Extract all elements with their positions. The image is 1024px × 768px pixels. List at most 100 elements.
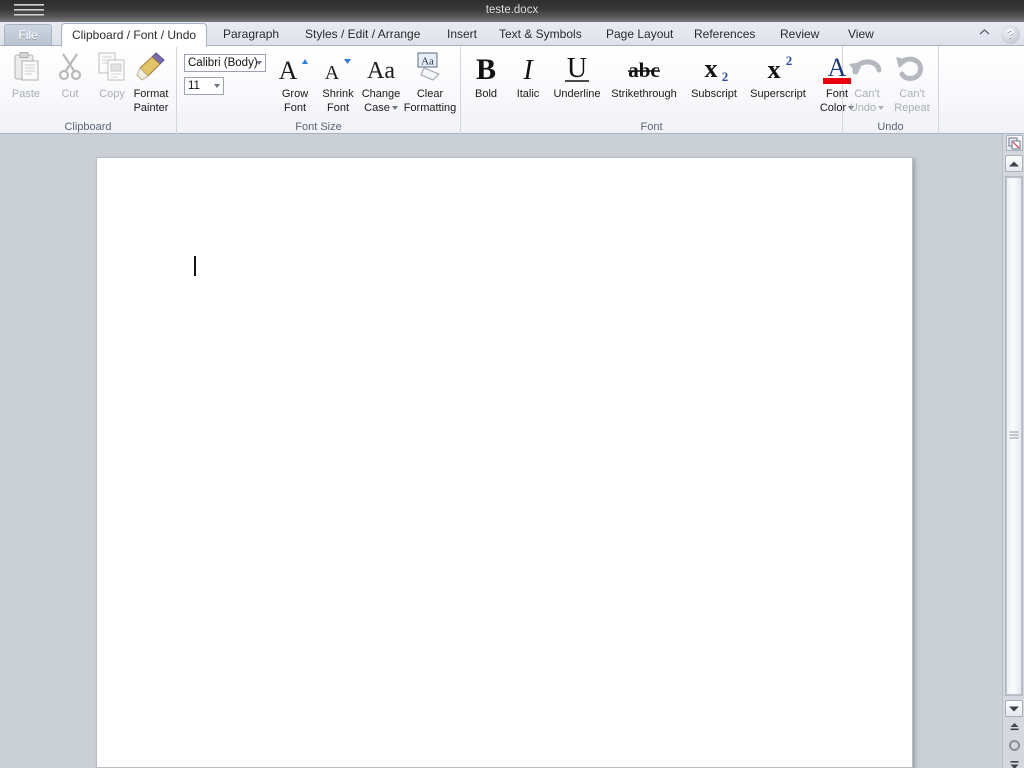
scroll-up-button[interactable] — [1005, 155, 1023, 172]
svg-text:Aa: Aa — [421, 56, 434, 68]
window-title: teste.docx — [485, 4, 539, 16]
underline-label: Underline — [553, 88, 601, 100]
grip-line — [1009, 431, 1019, 433]
change-case-label-line1: Change — [361, 88, 401, 100]
clear-formatting-label-line2: Formatting — [403, 102, 457, 114]
format-painter-label-line2: Painter — [133, 102, 169, 114]
tab-file[interactable]: File — [4, 24, 52, 45]
clipboard-group-label: Clipboard — [64, 121, 112, 133]
clear-formatting-label-line1: Clear — [416, 88, 444, 100]
ribbon-group-font-size: Calibri (Body) 11 A Grow Font A Shrink F… — [177, 46, 461, 134]
change-case-label-line2: Case — [355, 100, 407, 114]
font-size-group-label: Font Size — [295, 121, 342, 133]
scrollbar-track[interactable] — [1005, 176, 1023, 696]
font-group-body: B Bold I Italic U Underline abc Striketh… — [461, 48, 855, 116]
text-caret — [194, 256, 196, 276]
document-page[interactable] — [96, 157, 913, 768]
svg-text:B: B — [476, 53, 496, 84]
tab-styles-edit-arrange[interactable]: Styles / Edit / Arrange — [295, 23, 430, 46]
svg-text:U: U — [567, 53, 587, 84]
subscript-icon: x 2 — [683, 50, 745, 84]
format-painter-icon — [125, 50, 177, 84]
change-case-icon: Aa — [355, 50, 407, 84]
strikethrough-label: Strikethrough — [611, 88, 677, 100]
font-group-label: Font — [640, 121, 663, 133]
previous-page-icon — [1010, 723, 1019, 731]
subscript-label: Subscript — [691, 88, 737, 100]
strikethrough-icon: abc — [603, 50, 685, 84]
clear-formatting-button[interactable]: Aa Clear Formatting — [401, 50, 459, 114]
change-case-button[interactable]: Aa Change Case — [355, 50, 407, 114]
tab-paragraph[interactable]: Paragraph — [213, 23, 289, 46]
change-case-label-text: Case — [364, 102, 390, 114]
tab-page-layout[interactable]: Page Layout — [596, 23, 683, 46]
repeat-button[interactable]: Can't Repeat — [887, 50, 937, 114]
repeat-label-line2: Repeat — [894, 102, 930, 114]
scroll-down-icon — [1009, 706, 1019, 711]
format-painter-button[interactable]: Format Painter — [125, 50, 177, 114]
ribbon-group-font: B Bold I Italic U Underline abc Striketh… — [461, 46, 855, 134]
svg-text:I: I — [522, 55, 534, 84]
svg-text:2: 2 — [722, 69, 729, 84]
next-page-button[interactable] — [1006, 758, 1023, 768]
ribbon-right-icons: ? — [972, 25, 1020, 44]
help-icon[interactable]: ? — [1001, 25, 1020, 44]
underline-icon: U — [546, 50, 608, 84]
vertical-scrollbar[interactable] — [1002, 134, 1024, 768]
tab-review[interactable]: Review — [770, 23, 829, 46]
chevron-down-icon[interactable] — [256, 61, 262, 65]
scroll-down-button[interactable] — [1005, 700, 1023, 717]
superscript-icon: x 2 — [742, 50, 814, 84]
undo-label-text: Undo — [849, 102, 877, 114]
title-bar: teste.docx — [0, 0, 1024, 22]
previous-page-button[interactable] — [1006, 720, 1023, 736]
font-name-box[interactable]: Calibri (Body) — [184, 54, 266, 72]
underline-button[interactable]: U Underline — [546, 50, 608, 100]
ribbon-group-clipboard: Paste Cut Copy Format Painter Clipboard — [0, 46, 177, 134]
tab-text-symbols[interactable]: Text & Symbols — [489, 23, 592, 46]
next-page-icon — [1010, 761, 1019, 768]
svg-text:2: 2 — [786, 53, 793, 68]
strikethrough-button[interactable]: abc Strikethrough — [603, 50, 685, 100]
undo-button[interactable]: Can't Undo — [843, 50, 891, 114]
chevron-down-icon[interactable] — [391, 106, 398, 111]
font-size-box[interactable]: 11 — [184, 77, 224, 95]
clear-formatting-icon: Aa — [401, 50, 459, 84]
grip-line — [1009, 437, 1019, 439]
ribbon-empty-area — [939, 46, 1024, 134]
document-workspace[interactable] — [0, 134, 1002, 768]
ribbon-group-undo: Can't Undo Can't Repeat Undo — [843, 46, 939, 134]
font-size-group-body: Calibri (Body) 11 A Grow Font A Shrink F… — [177, 48, 460, 116]
undo-group-label: Undo — [877, 121, 904, 133]
grip-line — [1009, 434, 1019, 436]
scroll-up-icon — [1009, 161, 1019, 166]
tab-insert[interactable]: Insert — [437, 23, 487, 46]
tab-references[interactable]: References — [684, 23, 765, 46]
svg-text:Aa: Aa — [367, 58, 395, 84]
undo-label-line1: Can't — [854, 88, 880, 100]
subscript-button[interactable]: x 2 Subscript — [683, 50, 745, 100]
tab-view[interactable]: View — [838, 23, 884, 46]
chevron-down-icon[interactable] — [214, 84, 220, 88]
undo-group-body: Can't Undo Can't Repeat — [843, 48, 938, 116]
select-browse-object-button[interactable] — [1009, 740, 1020, 751]
split-window-icon[interactable] — [1006, 135, 1023, 151]
svg-text:x: x — [705, 54, 718, 83]
tab-clipboard-font-undo[interactable]: Clipboard / Font / Undo — [61, 23, 208, 47]
superscript-label: Superscript — [750, 88, 806, 100]
svg-text:A: A — [325, 62, 340, 84]
svg-text:A: A — [279, 56, 298, 84]
scrollbar-grip — [1009, 431, 1019, 441]
ribbon-tab-bar: File Clipboard / Font / Undo Paragraph S… — [0, 22, 1024, 47]
ribbon: Paste Cut Copy Format Painter Clipboard … — [0, 46, 1024, 134]
svg-text:abc: abc — [628, 58, 660, 82]
scrollbar-thumb[interactable] — [1006, 177, 1022, 695]
clipboard-group-body: Paste Cut Copy Format Painter — [0, 48, 176, 116]
font-name-value: Calibri (Body) — [188, 57, 258, 69]
undo-label-line2: Undo — [843, 100, 891, 114]
chevron-down-icon[interactable] — [878, 106, 885, 111]
chevron-up-icon[interactable] — [975, 25, 994, 44]
redo-icon — [887, 50, 937, 84]
font-size-value: 11 — [188, 80, 200, 92]
superscript-button[interactable]: x 2 Superscript — [742, 50, 814, 100]
